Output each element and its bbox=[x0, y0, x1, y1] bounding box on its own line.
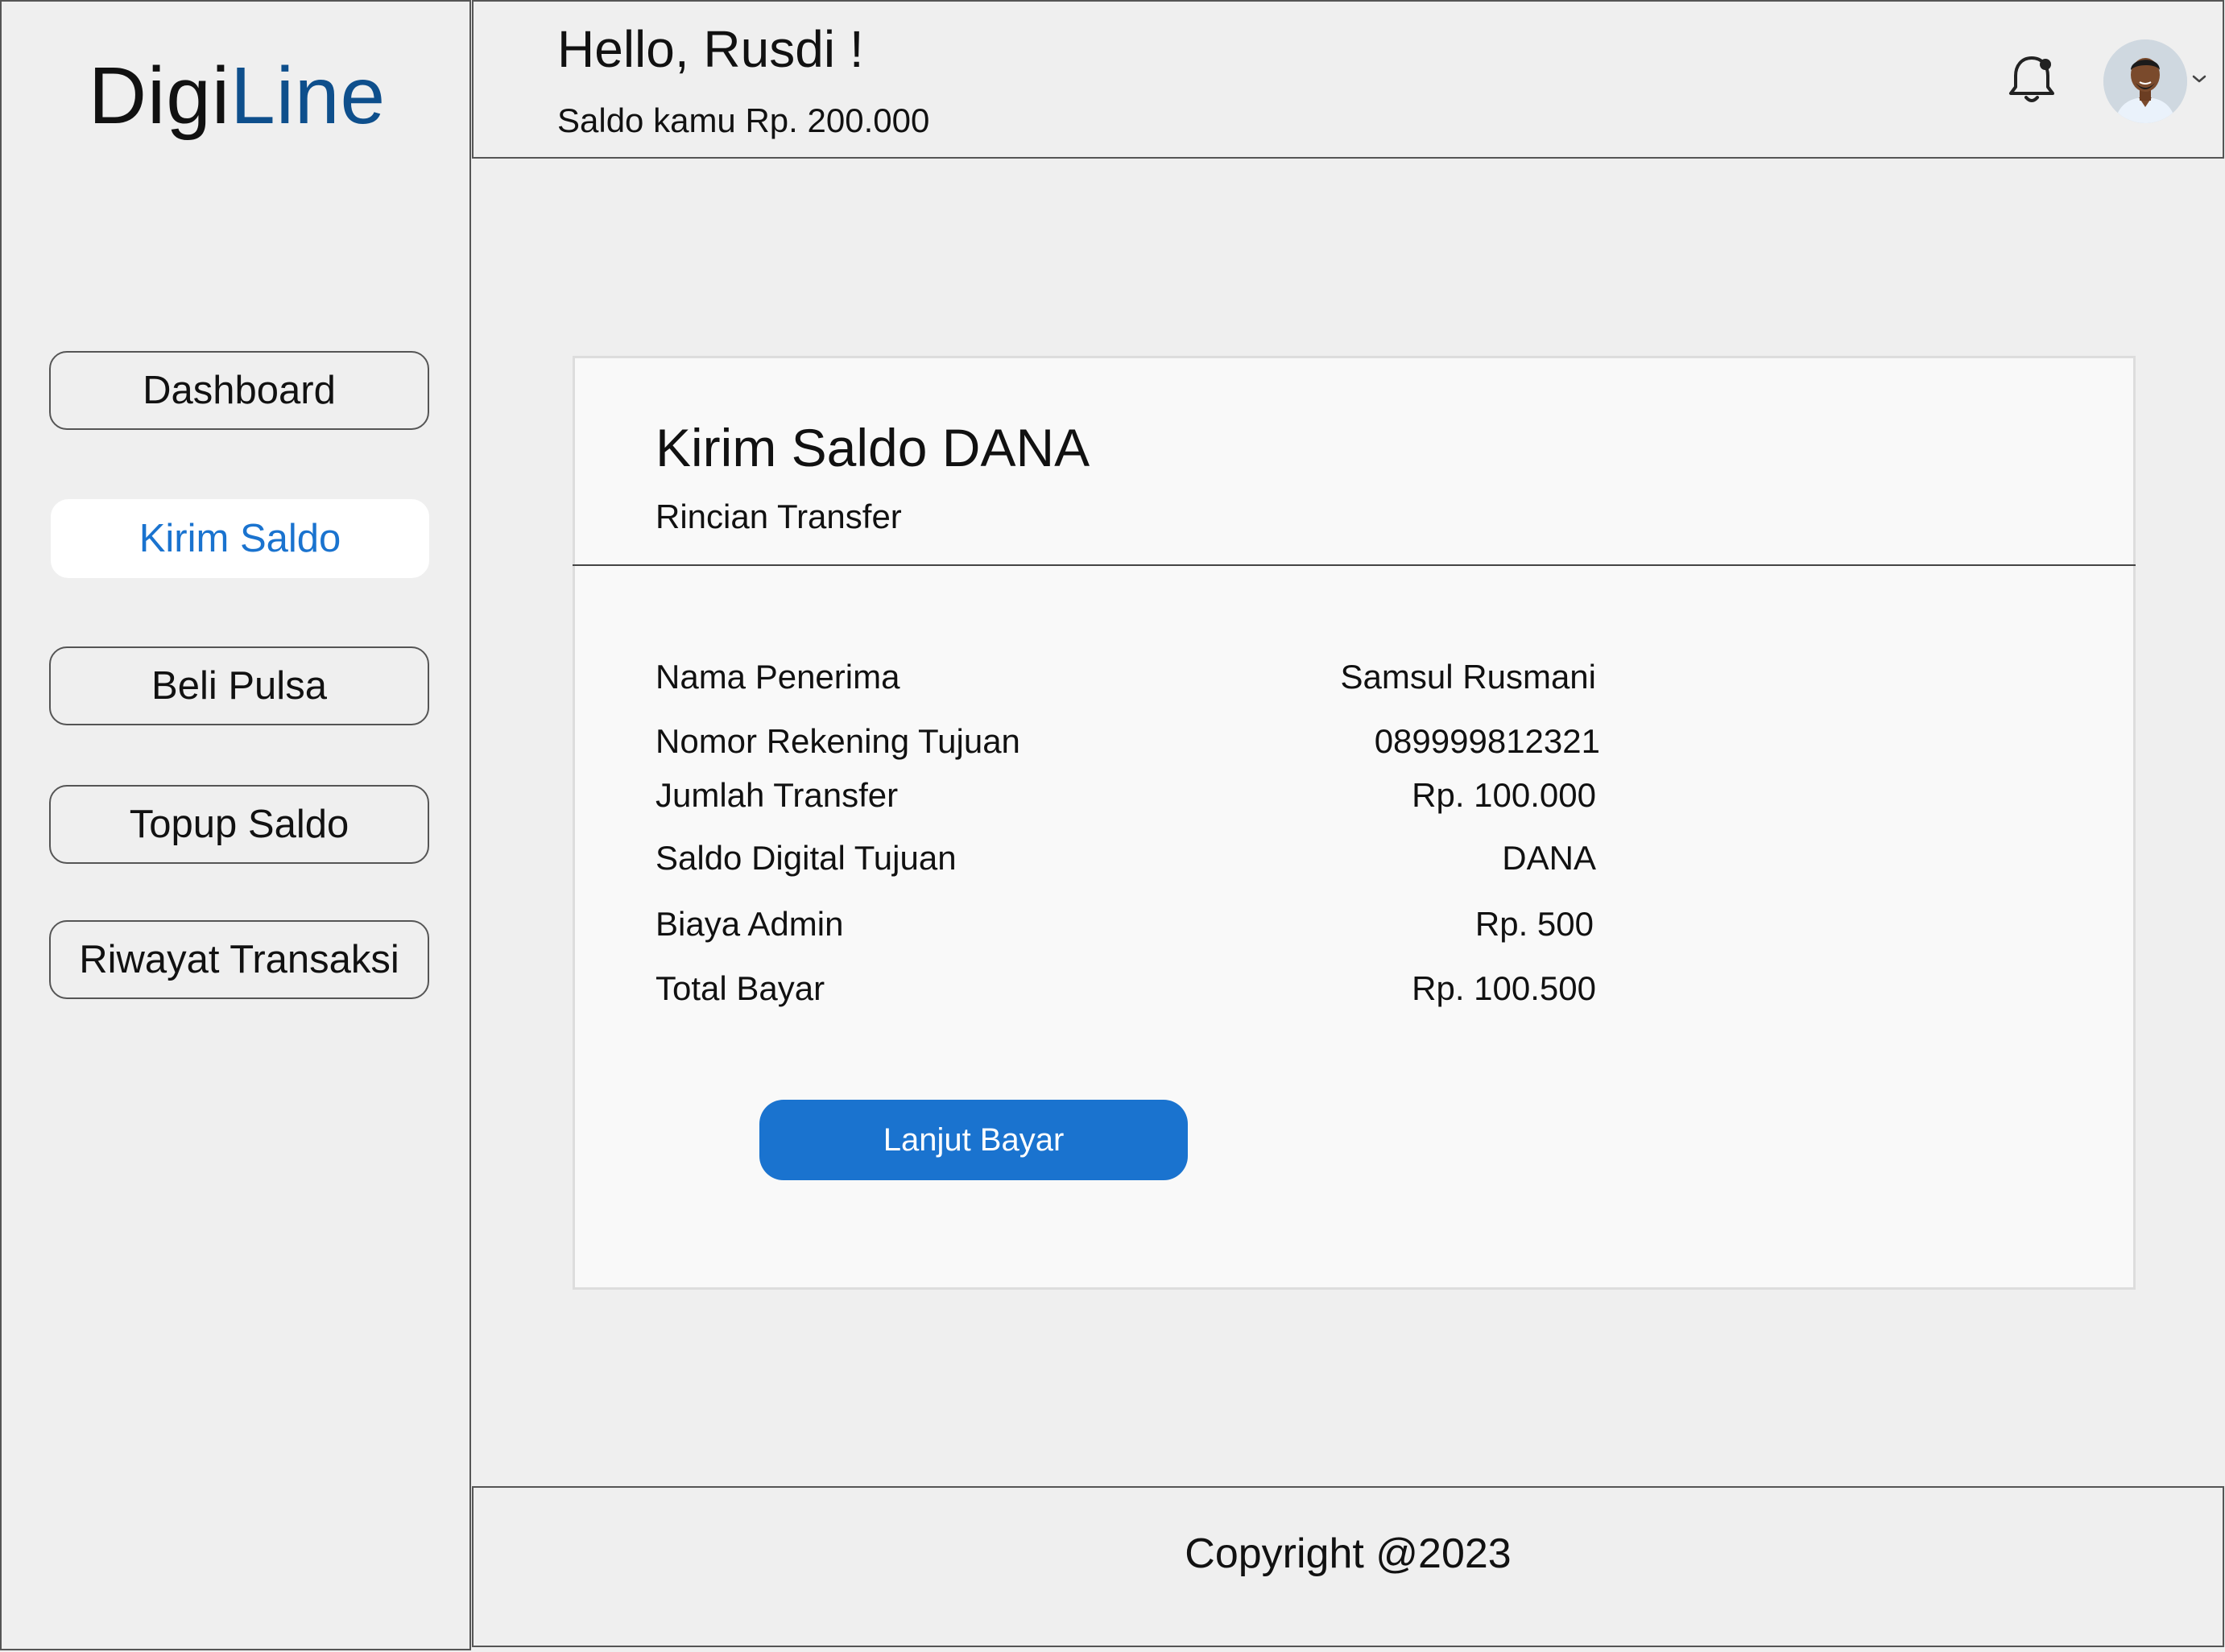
sidebar-item-label: Beli Pulsa bbox=[151, 664, 327, 708]
sidebar-item-beli-pulsa[interactable]: Beli Pulsa bbox=[49, 646, 429, 725]
balance-text: Saldo kamu Rp. 200.000 bbox=[557, 101, 930, 139]
bell-icon[interactable] bbox=[2004, 52, 2060, 108]
sidebar-item-kirim-saldo[interactable]: Kirim Saldo bbox=[51, 499, 429, 578]
detail-label-recipient-name: Nama Penerima bbox=[656, 658, 900, 696]
chevron-down-icon[interactable] bbox=[2190, 69, 2209, 89]
sidebar-item-topup-saldo[interactable]: Topup Saldo bbox=[49, 785, 429, 864]
sidebar-item-label: Dashboard bbox=[143, 369, 336, 412]
logo-text-line: Line bbox=[230, 51, 387, 141]
detail-value-account-number: 089999812321 bbox=[1374, 722, 1600, 760]
continue-payment-label: Lanjut Bayar bbox=[883, 1121, 1065, 1158]
detail-value-transfer-amount: Rp. 100.000 bbox=[1412, 776, 1596, 814]
app-logo: DigiLine bbox=[2, 50, 473, 142]
avatar-image bbox=[2103, 39, 2187, 123]
logo-text-digi: Digi bbox=[88, 51, 231, 141]
card-subtitle: Rincian Transfer bbox=[656, 498, 902, 535]
sidebar-item-riwayat-transaksi[interactable]: Riwayat Transaksi bbox=[49, 920, 429, 999]
greeting-text: Hello, Rusdi ! bbox=[557, 20, 864, 78]
sidebar-item-label: Topup Saldo bbox=[129, 803, 349, 846]
sidebar-item-dashboard[interactable]: Dashboard bbox=[49, 351, 429, 430]
detail-label-total-payment: Total Bayar bbox=[656, 969, 825, 1007]
detail-label-admin-fee: Biaya Admin bbox=[656, 905, 844, 943]
sidebar-item-label: Riwayat Transaksi bbox=[79, 938, 399, 981]
detail-label-transfer-amount: Jumlah Transfer bbox=[656, 776, 899, 814]
detail-value-total-payment: Rp. 100.500 bbox=[1412, 969, 1596, 1007]
detail-label-destination-wallet: Saldo Digital Tujuan bbox=[656, 839, 957, 877]
footer: Copyright @2023 bbox=[472, 1486, 2224, 1647]
card-title: Kirim Saldo DANA bbox=[656, 418, 1090, 477]
detail-value-recipient-name: Samsul Rusmani bbox=[1340, 658, 1596, 696]
detail-value-destination-wallet: DANA bbox=[1502, 839, 1596, 877]
sidebar-item-label: Kirim Saldo bbox=[139, 517, 341, 560]
detail-label-account-number: Nomor Rekening Tujuan bbox=[656, 722, 1020, 760]
top-header: Hello, Rusdi ! Saldo kamu Rp. 200.000 bbox=[472, 0, 2224, 159]
transfer-detail-card: Kirim Saldo DANA Rincian Transfer Nama P… bbox=[573, 356, 2136, 1290]
detail-value-admin-fee: Rp. 500 bbox=[1474, 905, 1594, 943]
card-divider bbox=[573, 564, 2136, 566]
avatar[interactable] bbox=[2103, 39, 2187, 123]
copyright-text: Copyright @2023 bbox=[1185, 1530, 1512, 1577]
sidebar: DigiLine Dashboard Kirim Saldo Beli Puls… bbox=[0, 0, 471, 1650]
continue-payment-button[interactable]: Lanjut Bayar bbox=[759, 1100, 1188, 1180]
